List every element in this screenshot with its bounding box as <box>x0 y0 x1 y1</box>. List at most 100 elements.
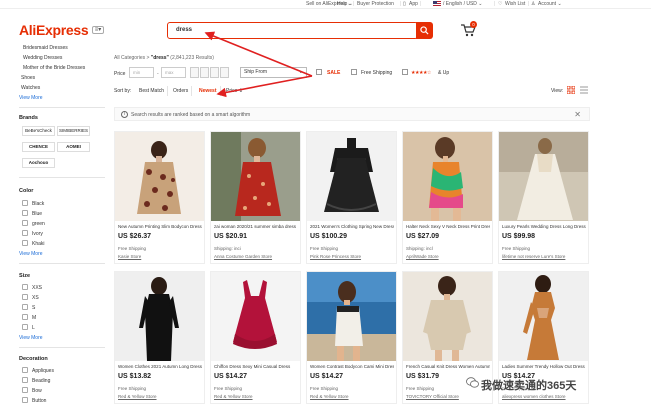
color-checkbox[interactable] <box>22 240 28 246</box>
product-title[interactable]: Women Contrast Bodycon Cami Mini Dress <box>310 364 394 369</box>
store-link[interactable]: AprilWade Store <box>406 254 439 259</box>
sale-checkbox[interactable] <box>316 69 322 75</box>
account-link[interactable]: Account ⌄ <box>538 1 562 7</box>
product-image[interactable] <box>115 272 204 361</box>
product-card[interactable]: Halter Neck Sexy V Neck Dress Print Dres… <box>402 131 493 264</box>
view-more-link[interactable]: View More <box>19 335 43 341</box>
store-link[interactable]: Red & Yellow Store <box>214 394 253 399</box>
sidebar-category-link[interactable]: Wedding Dresses <box>23 55 62 61</box>
buyer-protection-link[interactable]: Buyer Protection <box>357 1 394 7</box>
product-card[interactable]: New Autumn Printing Slim Bodycon Dress U… <box>114 131 205 264</box>
size-checkbox[interactable] <box>22 304 28 310</box>
product-title[interactable]: Chiffon Dress Sexy Mini Casual Dress <box>214 364 298 369</box>
decoration-checkbox[interactable] <box>22 367 28 373</box>
size-option-label: XS <box>32 295 39 301</box>
store-link[interactable]: TOVICTORY Official Store <box>406 394 459 399</box>
rating-checkbox[interactable] <box>402 69 408 75</box>
help-link[interactable]: Help ⌄ <box>337 1 353 7</box>
ship-from-select[interactable]: Ship From ⌄ <box>240 67 307 78</box>
brand-logo[interactable]: AOMEI <box>57 142 90 152</box>
brand-logo[interactable]: CHENCE <box>22 142 55 152</box>
product-title[interactable]: Luxury Pearls Wedding Dress Long Dress <box>502 224 586 229</box>
size-checkbox[interactable] <box>22 324 28 330</box>
product-title[interactable]: French Casual Knit Dress Women Autumn <box>406 364 490 369</box>
grid-view-icon[interactable] <box>567 86 575 94</box>
product-image[interactable] <box>499 132 588 221</box>
sort-newest[interactable]: Newest <box>196 86 221 96</box>
size-checkbox[interactable] <box>22 314 28 320</box>
sort-best-match[interactable]: Best Match <box>136 86 169 96</box>
info-icon: i <box>121 111 128 118</box>
aliexpress-logo[interactable]: AliExpress <box>19 22 89 38</box>
view-more-link[interactable]: View More <box>19 251 43 257</box>
app-link[interactable]: App <box>409 1 418 7</box>
product-image[interactable] <box>499 272 588 361</box>
product-price: US $14.27 <box>310 373 344 380</box>
product-image[interactable] <box>211 272 300 361</box>
sort-price[interactable]: Price ⇕ <box>223 86 246 96</box>
store-link[interactable]: aliexpress women clothes Store <box>502 394 566 399</box>
color-checkbox[interactable] <box>22 210 28 216</box>
sidebar-category-link[interactable]: Mother of the Bride Dresses <box>23 65 85 71</box>
product-card[interactable]: Luxury Pearls Wedding Dress Long Dress U… <box>498 131 589 264</box>
view-more-link[interactable]: View More <box>19 95 43 101</box>
product-card[interactable]: French Casual Knit Dress Women Autumn US… <box>402 271 493 404</box>
price-range-option[interactable] <box>190 67 199 78</box>
store-link[interactable]: Anna Costume Garden Store <box>214 254 272 259</box>
price-max-input[interactable]: max <box>161 67 186 78</box>
product-image[interactable] <box>307 132 396 221</box>
store-link[interactable]: Red & Yellow Store <box>310 394 349 399</box>
color-checkbox[interactable] <box>22 230 28 236</box>
free-shipping-checkbox[interactable] <box>351 69 357 75</box>
product-image[interactable] <box>115 132 204 221</box>
breadcrumb-all-categories[interactable]: All Categories > <box>114 55 151 61</box>
sidebar-category-link[interactable]: Watches <box>21 85 40 91</box>
brand-logo[interactable]: BeBe'sCheck <box>22 126 55 136</box>
store-link[interactable]: lifetime not reserve Lure's Store <box>502 254 565 259</box>
price-range-option[interactable] <box>220 67 229 78</box>
price-min-input[interactable]: min <box>129 67 154 78</box>
product-title[interactable]: Ladies Summer Trendy Hollow Out Dress <box>502 364 586 369</box>
sort-orders[interactable]: Orders <box>170 86 193 96</box>
product-title[interactable]: zai woman 2020/21 summer simba dress <box>214 224 298 229</box>
brand-logo[interactable]: SIMIBERRIES <box>57 126 90 136</box>
sidebar-category-link[interactable]: Bridesmaid Dresses <box>23 45 68 51</box>
sidebar-category-link[interactable]: Shoes <box>21 75 35 81</box>
product-card[interactable]: Women Contrast Bodycon Cami Mini Dress U… <box>306 271 397 404</box>
product-card[interactable]: Chiffon Dress Sexy Mini Casual Dress US … <box>210 271 301 404</box>
brand-logo[interactable]: Aochouo <box>22 158 55 168</box>
product-title[interactable]: Women Clothes 2021 Autumn Long Dress <box>118 364 202 369</box>
product-card[interactable]: 2021 Women's Clothing Spring New Dress U… <box>306 131 397 264</box>
color-checkbox[interactable] <box>22 220 28 226</box>
size-checkbox[interactable] <box>22 284 28 290</box>
price-range-option[interactable] <box>210 67 219 78</box>
product-price: US $27.09 <box>406 233 440 240</box>
decoration-checkbox[interactable] <box>22 387 28 393</box>
product-image[interactable] <box>403 272 492 361</box>
size-checkbox[interactable] <box>22 294 28 300</box>
decoration-checkbox[interactable] <box>22 397 28 403</box>
search-input[interactable]: dress <box>167 22 418 39</box>
store-link[interactable]: Red & Yellow Store <box>118 394 157 399</box>
product-title[interactable]: 2021 Women's Clothing Spring New Dress <box>310 224 394 229</box>
top-bar: Sell on AliExpress ⌄ | Help ⌄ | Buyer Pr… <box>0 0 651 9</box>
language-selector[interactable]: / English / USD ⌄ <box>433 1 482 7</box>
product-card[interactable]: zai woman 2020/21 summer simba dress US … <box>210 131 301 264</box>
product-image[interactable] <box>403 132 492 221</box>
list-view-icon[interactable] <box>580 86 588 94</box>
product-image[interactable] <box>307 272 396 361</box>
wish-list-link[interactable]: Wish List <box>505 1 525 7</box>
price-range-option[interactable] <box>200 67 209 78</box>
categories-menu-button[interactable]: ≡▾ <box>92 26 104 34</box>
decoration-checkbox[interactable] <box>22 377 28 383</box>
product-image[interactable] <box>211 132 300 221</box>
store-link[interactable]: Pink Rose Princess Store <box>310 254 361 259</box>
divider <box>19 177 105 178</box>
store-link[interactable]: Kasie Store <box>118 254 141 259</box>
close-icon[interactable]: ✕ <box>574 110 581 119</box>
product-title[interactable]: Halter Neck Sexy V Neck Dress Print Dres… <box>406 224 490 229</box>
product-card[interactable]: Women Clothes 2021 Autumn Long Dress US … <box>114 271 205 404</box>
color-checkbox[interactable] <box>22 200 28 206</box>
product-title[interactable]: New Autumn Printing Slim Bodycon Dress <box>118 224 202 229</box>
search-button[interactable] <box>416 22 433 39</box>
